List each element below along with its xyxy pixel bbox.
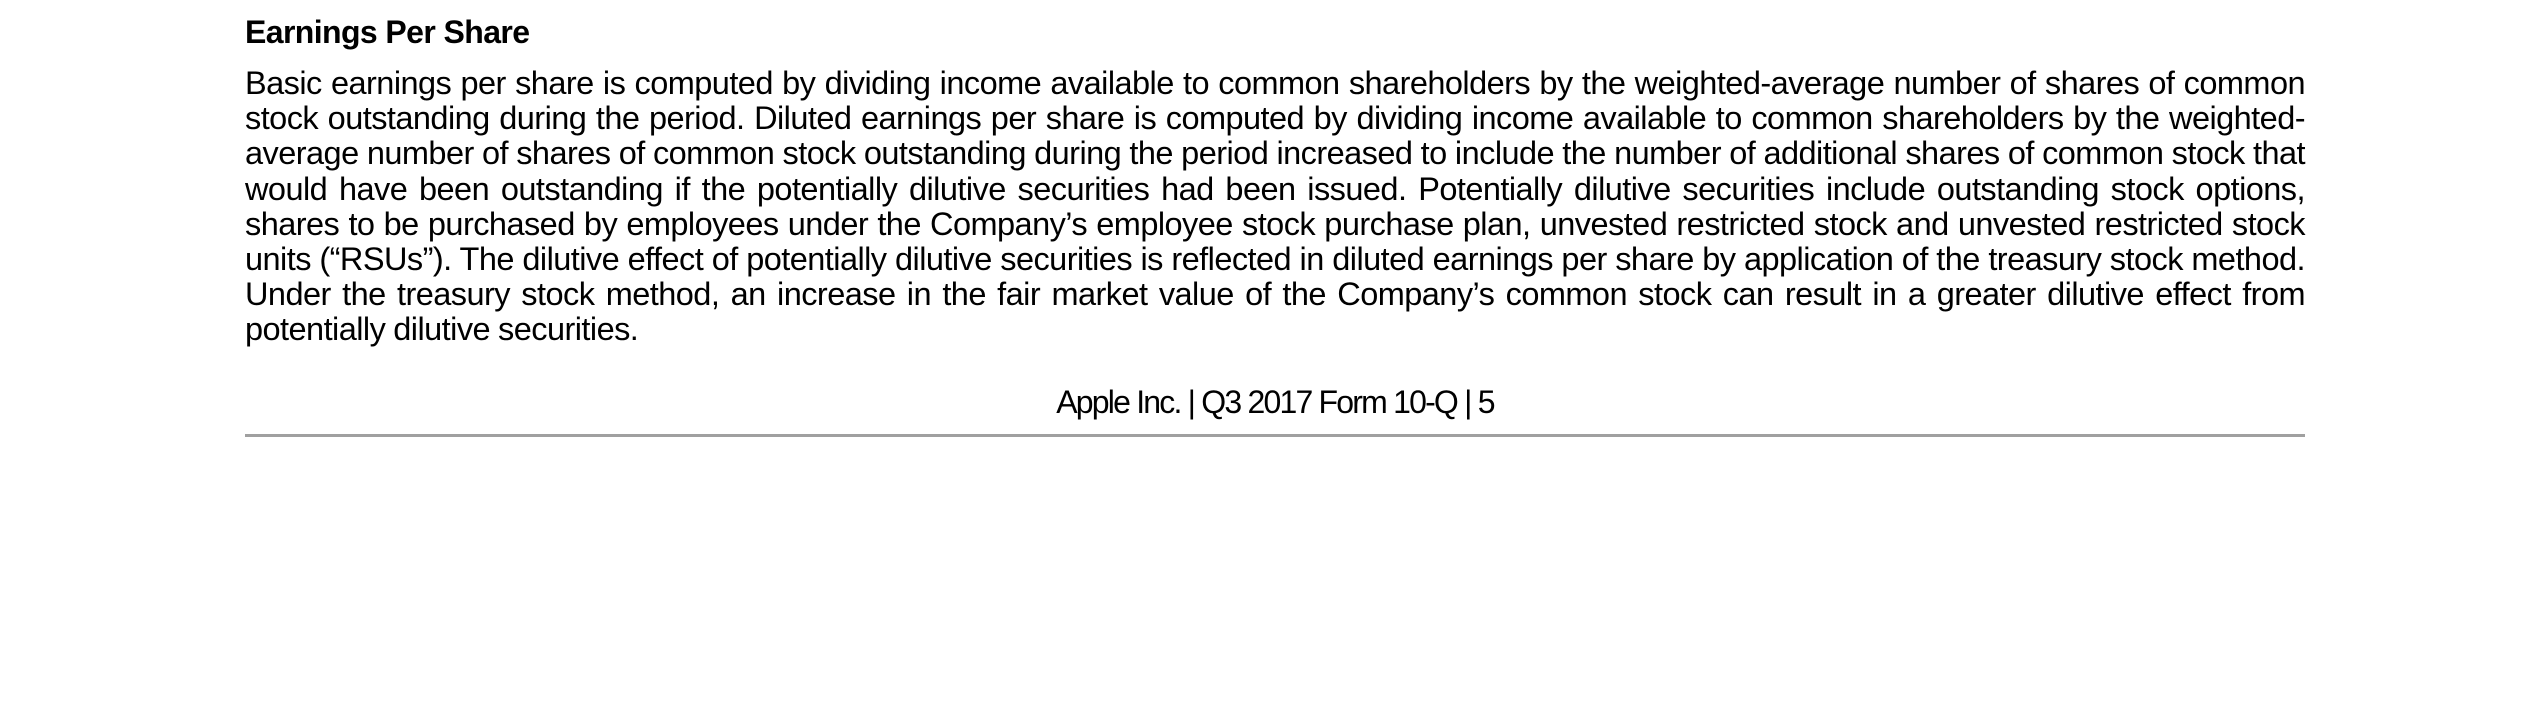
page-footer: Apple Inc. | Q3 2017 Form 10-Q | 5 bbox=[1056, 383, 1495, 420]
footer-divider bbox=[245, 433, 2305, 437]
document-page: Earnings Per Share Basic earnings per sh… bbox=[245, 0, 2306, 437]
earnings-per-share-paragraph: Basic earnings per share is computed by … bbox=[245, 65, 2306, 348]
section-heading: Earnings Per Share bbox=[245, 14, 530, 50]
